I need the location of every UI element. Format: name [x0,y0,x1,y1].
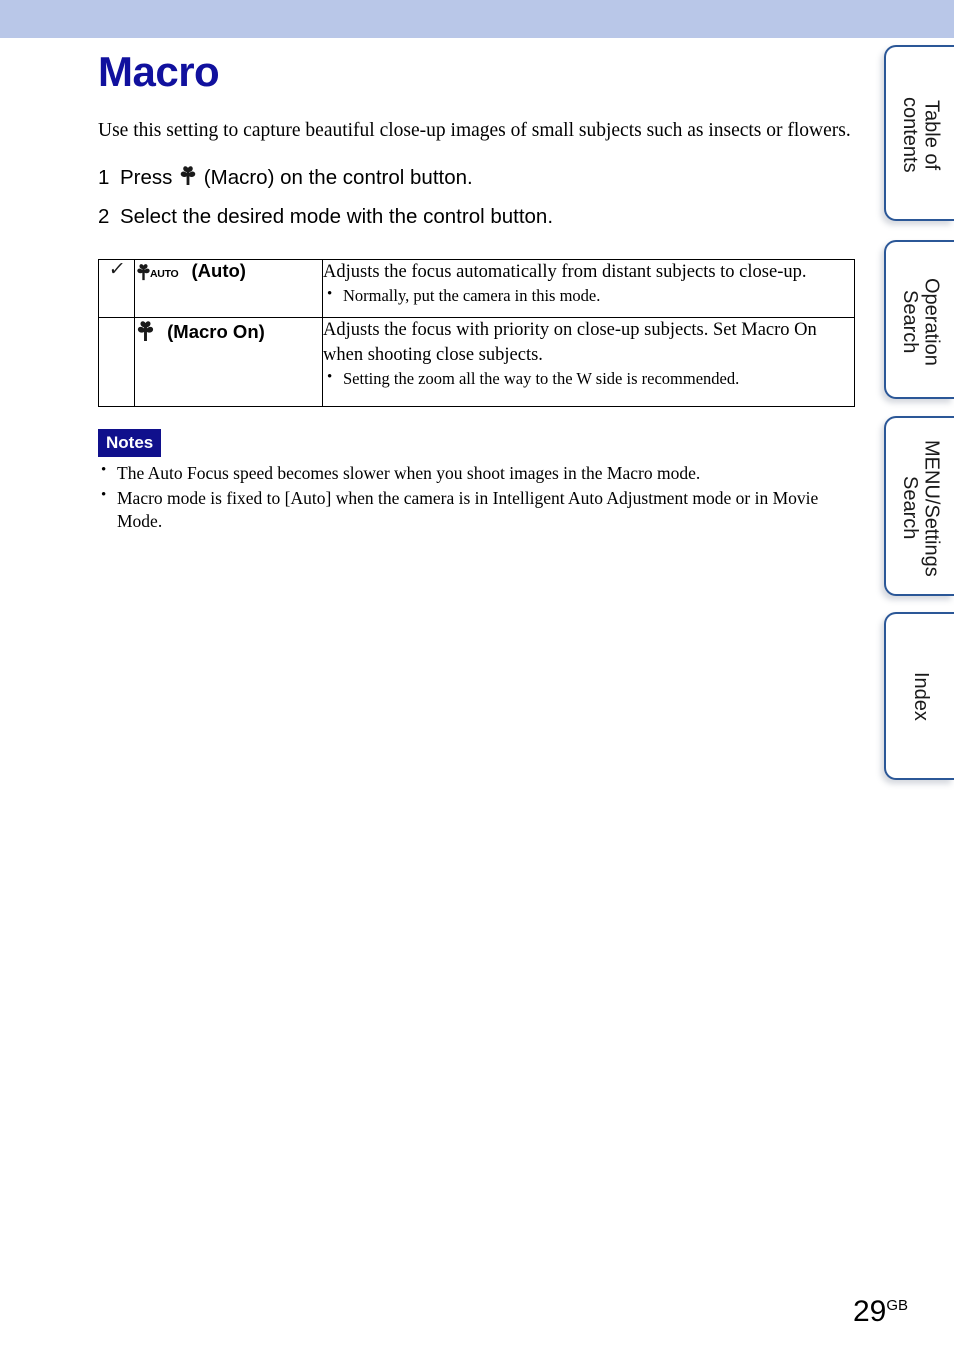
list-item: The Auto Focus speed becomes slower when… [98,461,856,485]
sidebar-item-index[interactable]: Index [884,612,954,780]
default-marker-cell [98,317,135,408]
notes-list: The Auto Focus speed becomes slower when… [98,461,856,534]
steps-list: 1 Press (Macro) on the control button. 2… [98,143,856,242]
step-item-1: 1 Press (Macro) on the control button. [98,163,856,204]
list-item: Macro mode is fixed to [Auto] when the c… [98,486,856,534]
mode-name: (Auto) [191,259,246,281]
step-number: 2 [98,205,110,229]
page-number: 29GB [853,1297,908,1327]
page-number-value: 29 [852,1295,887,1328]
table-row: (Macro On) Adjusts the focus with priori… [98,317,855,408]
mode-label-cell: (Macro On) [134,317,323,408]
side-tab-label: MENU/Settings Search [899,439,943,577]
page-number-suffix: GB [886,1297,908,1314]
mode-name: (Macro On) [167,321,265,343]
checkmark-icon: ✓ [107,258,126,280]
macro-flower-icon [178,165,198,186]
macro-flower-icon [135,320,156,342]
auto-sublabel: AUTO [150,268,179,281]
step-text: Press (Macro) on the control button. [120,163,473,191]
mode-label-cell: AUTO (Auto) [134,258,323,319]
step-text-before: Select the desired mode with the control… [120,205,554,229]
mode-bullet-list: Normally, put the camera in this mode. [323,284,854,307]
table-row: ✓ AUTO (Auto) Adjusts the focus automati… [98,258,855,319]
sidebar-item-menu-settings-search[interactable]: MENU/Settings Search [884,416,954,596]
step-item-2: 2 Select the desired mode with the contr… [98,204,856,243]
intro-paragraph: Use this setting to capture beautiful cl… [98,120,851,142]
step-text: Select the desired mode with the control… [120,204,553,230]
notes-badge: Notes [98,429,162,458]
mode-description: Adjusts the focus with priority on close… [323,320,817,365]
sidebar-item-operation-search[interactable]: Operation Search [884,240,954,399]
page-body: Macro Use this setting to capture beauti… [0,38,880,1369]
mode-bullet-list: Setting the zoom all the way to the W si… [323,367,854,390]
step-text-after: (Macro) on the control button. [198,166,473,190]
step-number: 1 [98,166,110,190]
side-tab-label: Operation Search [899,277,943,366]
step-text-before: Press [120,166,179,190]
default-marker-cell: ✓ [98,258,135,319]
list-item: Normally, put the camera in this mode. [323,284,854,307]
mode-description: Adjusts the focus automatically from dis… [323,261,807,282]
macro-auto-icon: AUTO [135,263,180,281]
macro-mode-table: ✓ AUTO (Auto) Adjusts the focus automati… [98,259,855,408]
header-band [0,0,954,38]
sidebar-item-table-of-contents[interactable]: Table of contents [884,45,954,221]
content-column: Macro Use this setting to capture beauti… [98,38,856,534]
mode-description-cell: Adjusts the focus automatically from dis… [322,258,855,319]
mode-description-cell: Adjusts the focus with priority on close… [322,317,855,408]
side-tab-label: Index [909,671,932,721]
notes-section: Notes The Auto Focus speed becomes slowe… [98,429,856,533]
page-title: Macro [98,48,220,95]
side-tab-label: Table of contents [899,97,943,173]
list-item: Setting the zoom all the way to the W si… [323,367,854,390]
